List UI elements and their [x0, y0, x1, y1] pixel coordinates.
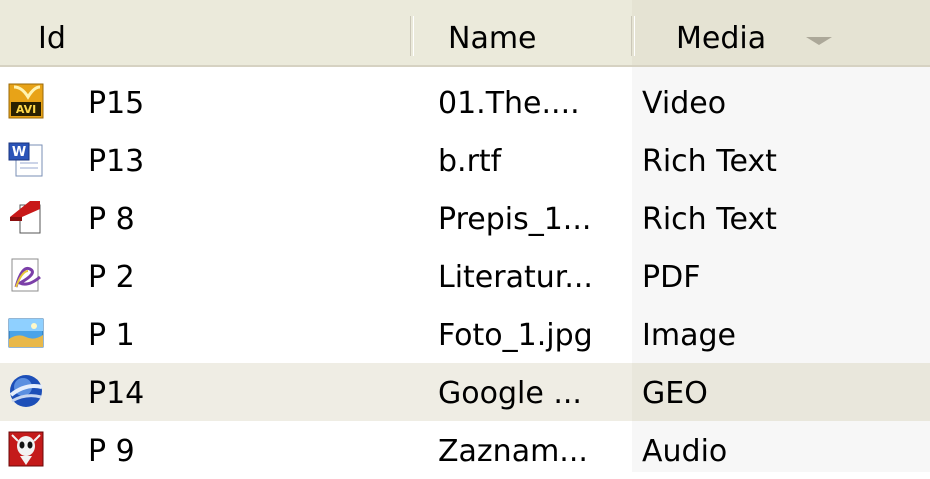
avi-file-icon: AVI	[8, 83, 44, 119]
column-resize-handle[interactable]	[410, 16, 414, 56]
column-header-media[interactable]: Media	[632, 0, 930, 65]
svg-text:AVI: AVI	[16, 103, 36, 116]
row-name: Foto_1.jpg	[438, 318, 593, 353]
row-id: P 9	[88, 434, 135, 469]
table-row[interactable]: P 1 Foto_1.jpg Image	[0, 305, 930, 363]
row-id: P13	[88, 144, 145, 179]
row-media: Image	[642, 318, 736, 353]
row-media: Rich Text	[642, 144, 777, 179]
row-name: b.rtf	[438, 144, 502, 179]
pdf-file-icon	[11, 258, 41, 292]
row-name: Zaznam...	[438, 434, 588, 469]
table-row[interactable]: P 2 Literatur... PDF	[0, 247, 930, 305]
row-name: 01.The....	[438, 86, 580, 121]
row-id: P15	[88, 86, 145, 121]
table-row[interactable]: P 9 Zaznam... Audio	[0, 421, 930, 479]
rich-text-document-icon	[10, 201, 41, 234]
word-document-icon: W	[8, 142, 43, 177]
google-earth-icon	[9, 375, 43, 407]
row-id: P14	[88, 376, 145, 411]
table-row[interactable]: W P13 b.rtf Rich Text	[0, 131, 930, 189]
row-name: Google ...	[438, 376, 582, 411]
row-name: Prepis_1...	[438, 202, 592, 237]
row-media: Video	[642, 86, 727, 121]
table-row[interactable]: P 8 Prepis_1... Rich Text	[0, 189, 930, 247]
column-header-id[interactable]: Id	[0, 0, 410, 65]
sort-descending-icon	[806, 37, 832, 45]
row-id: P 1	[88, 318, 135, 353]
row-id: P 8	[88, 202, 135, 237]
image-file-icon	[8, 318, 44, 348]
list-header: Id Name Media	[0, 0, 930, 67]
svg-text:W: W	[12, 145, 26, 160]
column-resize-handle[interactable]	[631, 16, 635, 56]
row-media: Rich Text	[642, 202, 777, 237]
audio-file-icon	[8, 431, 44, 467]
row-name: Literatur...	[438, 260, 593, 295]
row-id: P 2	[88, 260, 135, 295]
row-media: Audio	[642, 434, 728, 469]
row-media: PDF	[642, 260, 701, 295]
row-media: GEO	[632, 363, 930, 421]
table-row[interactable]: AVI P15 01.The.... Video	[0, 73, 930, 131]
column-header-name[interactable]: Name	[410, 0, 632, 65]
media-list-view: Id Name Media AVI P15 01.The.... Video W…	[0, 0, 930, 472]
table-row[interactable]: P14 Google ... GEO	[0, 363, 930, 421]
